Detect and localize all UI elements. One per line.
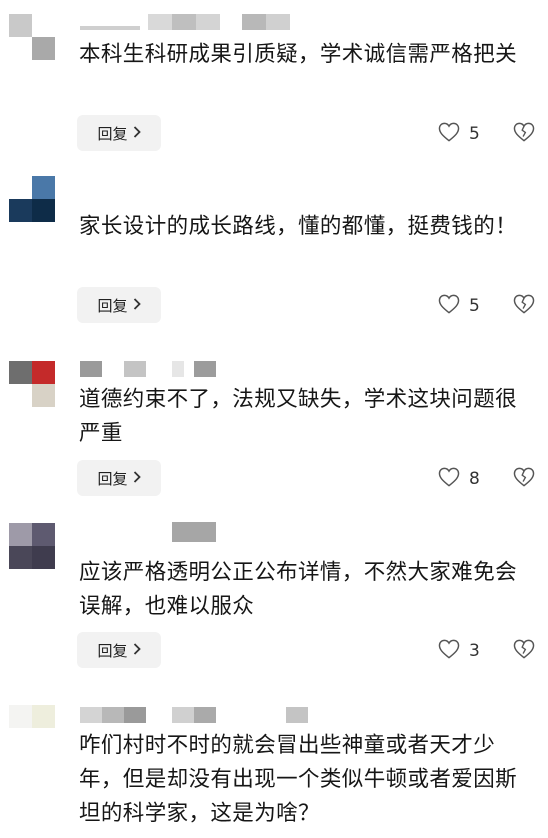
avatar-tile [32, 705, 55, 728]
comment-text: 家长设计的成长路线，懂的都懂，挺费钱的！ [79, 214, 518, 239]
reply-button[interactable]: 回复 [77, 287, 161, 323]
pixelated-block [102, 707, 124, 723]
pixelated-block [172, 522, 216, 542]
chevron-right-icon [133, 641, 141, 659]
avatar[interactable] [9, 361, 55, 407]
broken-heart-icon [513, 122, 535, 146]
comment-text: 咋们村时不时的就会冒出些神童或者天才少年，但是却没有出现一个类似牛顿或者爱因斯坦… [79, 733, 518, 826]
reply-button[interactable]: 回复 [77, 115, 161, 151]
avatar-tile [32, 728, 55, 751]
pixelated-block [196, 14, 220, 30]
comment-text: 道德约束不了，法规又缺失，学术这块问题很严重 [79, 387, 518, 446]
avatar-tile [9, 361, 32, 384]
like-count: 3 [469, 641, 480, 661]
pixelated-block [80, 361, 102, 377]
avatar-tile [9, 14, 32, 37]
broken-heart-icon [513, 639, 535, 663]
chevron-right-icon [133, 469, 141, 487]
heart-outline-icon [438, 639, 460, 663]
dislike-button[interactable] [513, 122, 535, 146]
avatar-tile [32, 523, 55, 546]
like-button[interactable]: 3 [438, 639, 480, 663]
pixelated-block [266, 14, 290, 30]
like-count: 5 [469, 124, 480, 144]
avatar-tile [9, 728, 32, 751]
avatar-tile [9, 199, 32, 222]
reply-button[interactable]: 回复 [77, 460, 161, 496]
avatar-tile [32, 37, 55, 60]
avatar-tile [9, 176, 32, 199]
pixelated-block [194, 361, 216, 377]
dislike-button[interactable] [513, 294, 535, 318]
chevron-right-icon [133, 124, 141, 142]
avatar[interactable] [9, 14, 55, 60]
pixelated-block [242, 14, 266, 30]
like-count: 5 [469, 296, 480, 316]
dislike-button[interactable] [513, 639, 535, 663]
pixelated-block [148, 14, 172, 30]
like-button[interactable]: 5 [438, 294, 480, 318]
reply-label: 回复 [97, 124, 128, 143]
avatar-tile [32, 361, 55, 384]
pixelated-block [286, 707, 308, 723]
heart-outline-icon [438, 122, 460, 146]
avatar-tile [32, 384, 55, 407]
pixelated-block [172, 707, 194, 723]
avatar-tile [32, 199, 55, 222]
heart-outline-icon [438, 467, 460, 491]
comment-text: 应该严格透明公正公布详情，不然大家难免会误解，也难以服众 [79, 560, 518, 619]
like-count: 8 [469, 469, 480, 489]
reply-label: 回复 [97, 469, 128, 488]
pixelated-block [80, 26, 140, 30]
avatar-tile [9, 37, 32, 60]
broken-heart-icon [513, 467, 535, 491]
avatar-tile [9, 705, 32, 728]
comment-text: 本科生科研成果引质疑，学术诚信需严格把关 [79, 42, 518, 67]
dislike-button[interactable] [513, 467, 535, 491]
chevron-right-icon [133, 296, 141, 314]
like-button[interactable]: 5 [438, 122, 480, 146]
pixelated-block [172, 361, 184, 377]
avatar-tile [32, 546, 55, 569]
reply-button[interactable]: 回复 [77, 632, 161, 668]
avatar-tile [32, 14, 55, 37]
pixelated-block [194, 707, 216, 723]
like-button[interactable]: 8 [438, 467, 480, 491]
pixelated-block [124, 707, 146, 723]
avatar-tile [9, 523, 32, 546]
pixelated-block [124, 361, 146, 377]
avatar-tile [9, 546, 32, 569]
avatar[interactable] [9, 176, 55, 222]
broken-heart-icon [513, 294, 535, 318]
avatar-tile [32, 176, 55, 199]
avatar[interactable] [9, 523, 55, 569]
pixelated-block [172, 14, 196, 30]
heart-outline-icon [438, 294, 460, 318]
pixelated-block [80, 707, 102, 723]
reply-label: 回复 [97, 641, 128, 660]
reply-label: 回复 [97, 296, 128, 315]
avatar-tile [9, 384, 32, 407]
avatar[interactable] [9, 705, 55, 751]
